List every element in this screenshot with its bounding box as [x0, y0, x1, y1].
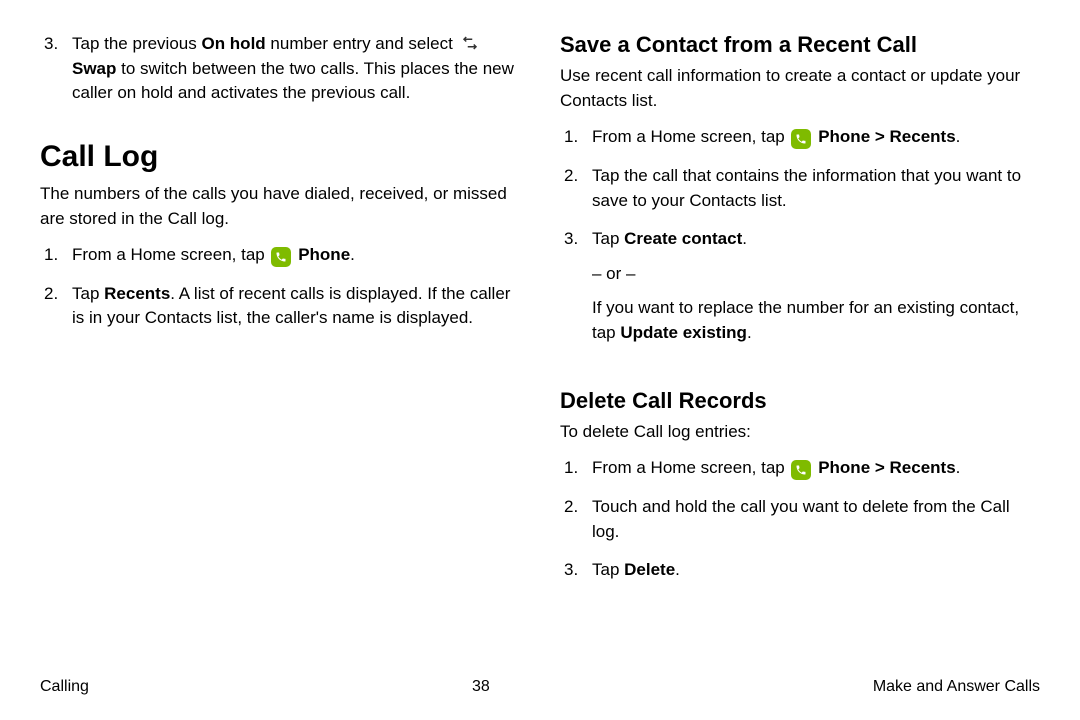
phone-label: Phone [818, 127, 870, 146]
text: Tap [592, 560, 624, 579]
left-column: Tap the previous On hold number entry an… [40, 32, 520, 652]
call-log-heading: Call Log [40, 140, 520, 174]
save-contact-intro: Use recent call information to create a … [560, 64, 1040, 113]
phone-icon [791, 129, 811, 149]
text: . [675, 560, 680, 579]
previous-list-continuation: Tap the previous On hold number entry an… [40, 32, 520, 120]
save-contact-heading: Save a Contact from a Recent Call [560, 32, 1040, 58]
recents-label: Recents [104, 284, 170, 303]
swap-label: Swap [72, 59, 116, 78]
text: From a Home screen, tap [72, 245, 269, 264]
on-hold-label: On hold [201, 34, 265, 53]
chevron-text: > [870, 458, 889, 477]
list-item: Tap Recents. A list of recent calls is d… [40, 282, 520, 331]
create-contact-label: Create contact [624, 229, 742, 248]
phone-label: Phone [818, 458, 870, 477]
delete-records-intro: To delete Call log entries: [560, 420, 1040, 445]
recents-label: Recents [890, 127, 956, 146]
chevron-text: > [870, 127, 889, 146]
list-item: Tap the previous On hold number entry an… [40, 32, 520, 106]
page-number: 38 [472, 678, 490, 696]
text: From a Home screen, tap [592, 127, 789, 146]
right-column: Save a Contact from a Recent Call Use re… [560, 32, 1040, 652]
save-contact-steps: From a Home screen, tap Phone > Recents.… [560, 125, 1040, 359]
text: . [956, 458, 961, 477]
delete-records-steps: From a Home screen, tap Phone > Recents.… [560, 456, 1040, 597]
recents-label: Recents [890, 458, 956, 477]
call-log-intro: The numbers of the calls you have dialed… [40, 182, 520, 231]
delete-records-heading: Delete Call Records [560, 388, 1040, 414]
text: Touch and hold the call you want to dele… [592, 497, 1010, 541]
swap-icon [460, 33, 480, 53]
delete-label: Delete [624, 560, 675, 579]
text: Tap the previous [72, 34, 201, 53]
update-existing-label: Update existing [620, 323, 747, 342]
text: Tap [72, 284, 104, 303]
list-item: From a Home screen, tap Phone > Recents. [560, 456, 1040, 481]
text: Tap the call that contains the informati… [592, 166, 1021, 210]
list-item: Tap the call that contains the informati… [560, 164, 1040, 213]
text: . [742, 229, 747, 248]
or-separator: – or – [592, 262, 1040, 287]
text: From a Home screen, tap [592, 458, 789, 477]
phone-icon [791, 460, 811, 480]
phone-label: Phone [298, 245, 350, 264]
list-item: Tap Create contact. – or – If you want t… [560, 227, 1040, 346]
text: to switch between the two calls. This pl… [72, 59, 514, 103]
text: number entry and select [266, 34, 458, 53]
list-item: From a Home screen, tap Phone > Recents. [560, 125, 1040, 150]
footer-left: Calling [40, 678, 89, 696]
text: Tap [592, 229, 624, 248]
list-item: From a Home screen, tap Phone. [40, 243, 520, 268]
page-footer: Calling 38 Make and Answer Calls [40, 678, 1040, 696]
call-log-steps: From a Home screen, tap Phone. Tap Recen… [40, 243, 520, 345]
list-item: Tap Delete. [560, 558, 1040, 583]
list-item: Touch and hold the call you want to dele… [560, 495, 1040, 544]
alt-instruction: If you want to replace the number for an… [592, 296, 1040, 345]
text: . [350, 245, 355, 264]
text: . [747, 323, 752, 342]
footer-right: Make and Answer Calls [873, 678, 1040, 696]
phone-icon [271, 247, 291, 267]
text: . [956, 127, 961, 146]
